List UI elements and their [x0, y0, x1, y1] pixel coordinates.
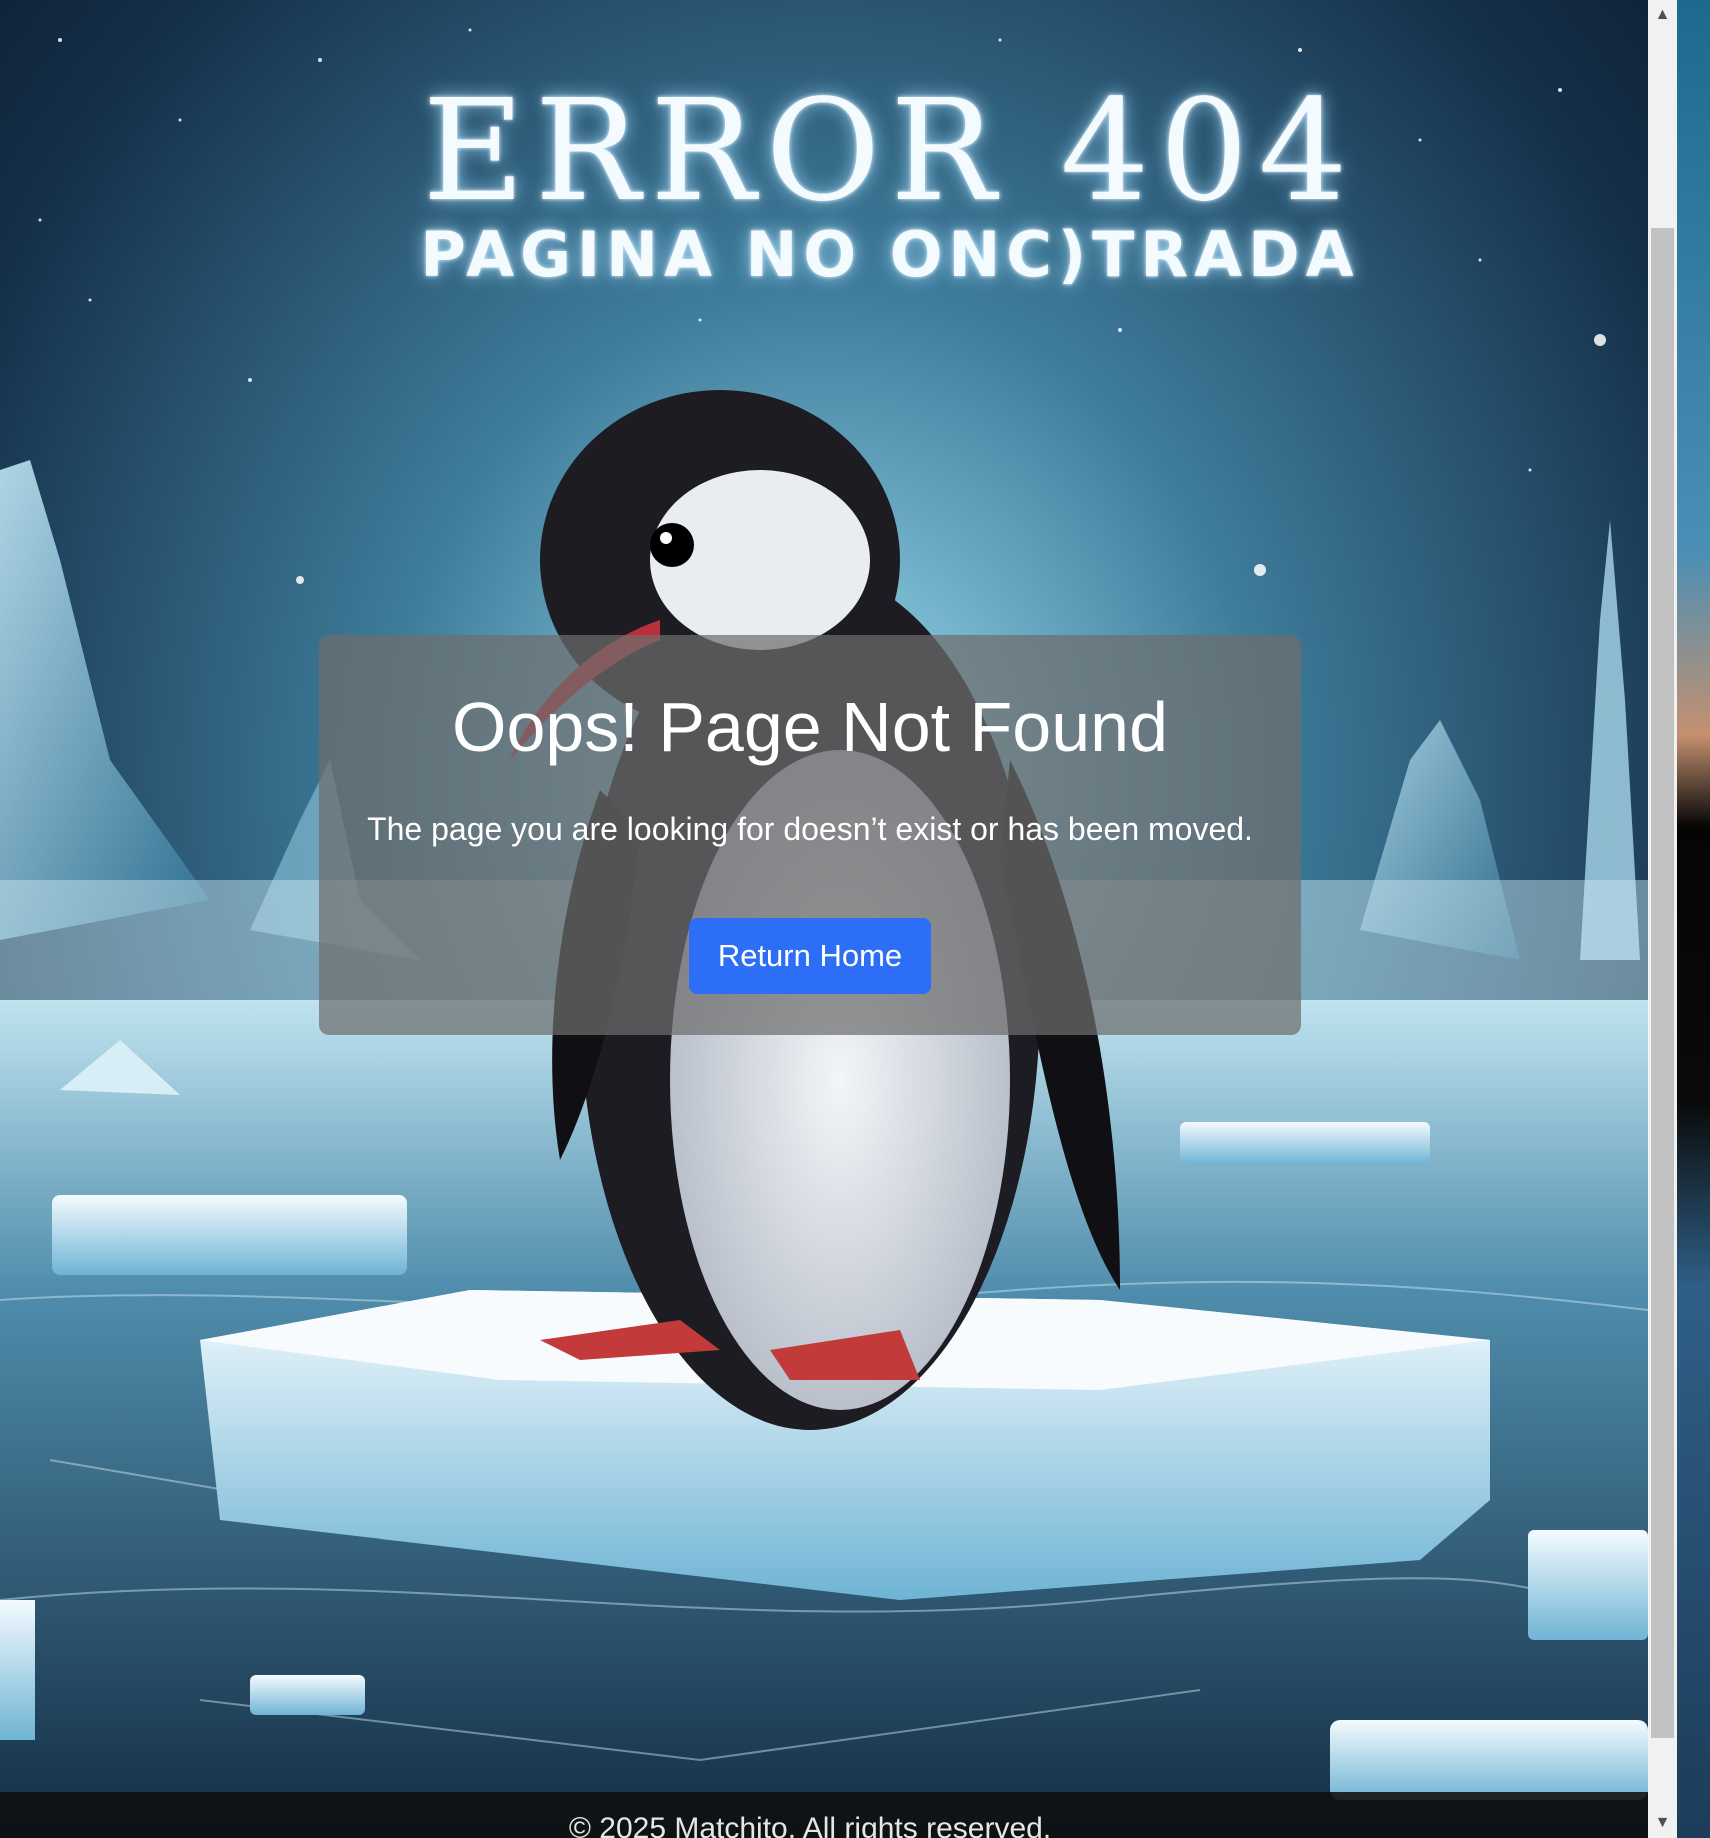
- vertical-scrollbar[interactable]: ▲ ▼: [1648, 0, 1677, 1838]
- scroll-down-arrow-icon[interactable]: ▼: [1648, 1808, 1677, 1838]
- scroll-up-arrow-icon[interactable]: ▲: [1648, 0, 1677, 30]
- footer: © 2025 Matchito. All rights reserved.: [0, 1792, 1648, 1838]
- error-subtitle-artwork-text: PAGINA NO ONC)TRADA: [420, 218, 1360, 291]
- return-home-button[interactable]: Return Home: [689, 918, 931, 994]
- error-message: The page you are looking for doesn’t exi…: [367, 811, 1253, 847]
- background-window-image: [1677, 0, 1710, 1838]
- error-404-artwork-title: ERROR 404: [422, 70, 1358, 233]
- error-heading: Oops! Page Not Found: [452, 688, 1168, 766]
- background-window-edge: [1677, 0, 1710, 1838]
- error-card: Oops! Page Not Found The page you are lo…: [319, 635, 1301, 1035]
- scrollbar-thumb[interactable]: [1651, 228, 1674, 1738]
- footer-copyright: © 2025 Matchito. All rights reserved.: [568, 1812, 1052, 1838]
